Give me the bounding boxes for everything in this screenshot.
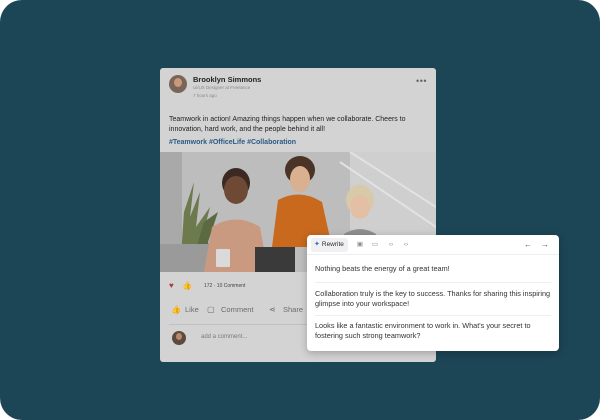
rewrite-button[interactable]: ✦ Rewrite — [311, 238, 348, 252]
like-reaction-icon: 👍 — [182, 281, 192, 290]
suggestion-item[interactable]: Nothing beats the energy of a great team… — [315, 264, 551, 274]
author-avatar[interactable] — [169, 75, 187, 93]
thumbs-up-icon: 👍 — [171, 305, 181, 314]
share-icon: ⋖ — [269, 305, 276, 314]
arrow-left-icon[interactable]: ← — [523, 240, 533, 250]
share-button[interactable]: ⋖ Share — [269, 305, 303, 314]
post-time: 7 hours ago — [193, 93, 217, 98]
post-hashtags[interactable]: #Teamwork #OfficeLife #Collaboration — [169, 139, 296, 146]
author-role: Ui/UX Designer at Freelance — [193, 85, 251, 90]
code-icon[interactable]: ‹› — [386, 240, 396, 250]
author-name[interactable]: Brooklyn Simmons — [193, 75, 261, 84]
suggestions-panel: ✦ Rewrite ▣ ▭ ‹› ‹› ← → Nothing beats the… — [307, 235, 559, 351]
comment-label: Comment — [221, 305, 254, 314]
suggestion-divider — [315, 282, 551, 283]
arrow-right-icon[interactable]: → — [540, 240, 550, 250]
suggestion-item[interactable]: Collaboration truly is the key to succes… — [315, 289, 551, 309]
rewrite-label: Rewrite — [321, 241, 344, 248]
reaction-count[interactable]: 172 · 10 Comment — [204, 283, 245, 289]
expand-code-icon[interactable]: ‹› — [401, 240, 411, 250]
sparkle-icon: ✦ — [314, 241, 320, 248]
background-canvas: Brooklyn Simmons Ui/UX Designer at Freel… — [0, 0, 600, 420]
commenter-avatar — [172, 331, 186, 345]
comment-input[interactable]: add a comment... — [201, 334, 247, 340]
post-body: Teamwork in action! Amazing things happe… — [169, 116, 406, 133]
suggestion-item[interactable]: Looks like a fantastic environment to wo… — [315, 321, 551, 341]
folder-icon[interactable]: ▭ — [370, 240, 380, 250]
like-label: Like — [185, 305, 199, 314]
comment-icon: ▢ — [207, 305, 215, 314]
more-options-icon[interactable]: ••• — [416, 77, 427, 86]
briefcase-icon[interactable]: ▣ — [355, 240, 365, 250]
share-label: Share — [283, 305, 304, 314]
heart-reaction-icon: ♥ — [169, 281, 174, 290]
suggestion-divider — [315, 315, 551, 316]
like-button[interactable]: 👍 Like — [171, 305, 199, 314]
comment-button[interactable]: ▢ Comment — [207, 305, 254, 314]
post-header: Brooklyn Simmons Ui/UX Designer at Freel… — [160, 68, 436, 108]
panel-toolbar: ✦ Rewrite ▣ ▭ ‹› ‹› ← → — [307, 235, 559, 255]
